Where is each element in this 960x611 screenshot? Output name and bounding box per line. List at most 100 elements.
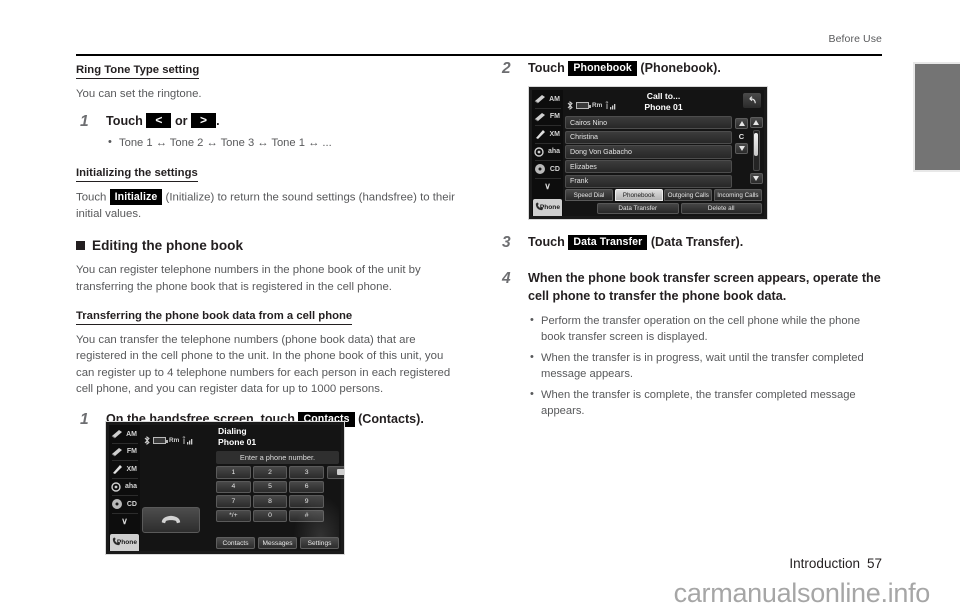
index-letter: C	[738, 131, 745, 141]
step-number: 4	[502, 270, 511, 287]
rail-item-phone[interactable]: Phone	[533, 199, 562, 216]
dial-bottom-buttons: Contacts Messages Settings	[216, 537, 339, 549]
tab-incoming-calls[interactable]: Incoming Calls	[713, 189, 762, 201]
dialing-screen-figure: AM FM XM aha CD ∨ Phone Rm Dialing Phone…	[105, 421, 345, 555]
dial-pad-area: Enter a phone number. 1 2 3 4 5 6 7 8 9 …	[214, 451, 344, 551]
step-suffix: .	[216, 114, 220, 129]
step-text: When the phone book transfer screen appe…	[528, 271, 881, 303]
footer: Introduction 57	[789, 556, 882, 571]
key-6[interactable]: 6	[289, 480, 325, 493]
header-rule	[76, 54, 882, 57]
radio-icon	[534, 111, 546, 123]
list-item[interactable]: Frank	[565, 174, 732, 189]
key-3[interactable]: 3	[289, 466, 325, 479]
rail-item-fm[interactable]: FM	[533, 109, 562, 126]
screen-title: Call to... Phone 01	[563, 91, 764, 113]
key-0[interactable]: 0	[252, 509, 288, 522]
disc-icon	[534, 163, 546, 175]
screen-title-line1: Dialing	[218, 426, 247, 436]
rail-item-more[interactable]: ∨	[533, 179, 562, 196]
key-9[interactable]: 9	[289, 495, 325, 508]
step-text: Touch Data Transfer (Data Transfer).	[528, 234, 886, 252]
step-prefix: Touch	[528, 61, 565, 75]
roaming-label: Rm	[169, 437, 180, 444]
rail-item-xm[interactable]: XM	[533, 126, 562, 143]
rail-item-more[interactable]: ∨	[110, 514, 139, 531]
delete-all-button[interactable]: Delete all	[680, 203, 762, 214]
rail-item-aha[interactable]: aha	[533, 144, 562, 161]
rail-label: FM	[126, 448, 137, 456]
list-item[interactable]: Elizabes	[565, 160, 732, 174]
battery-icon	[153, 437, 168, 444]
data-transfer-button[interactable]: Data Transfer	[597, 203, 679, 214]
rail-item-aha[interactable]: aha	[110, 479, 139, 496]
rail-item-phone[interactable]: Phone	[110, 534, 139, 551]
key-1[interactable]: 1	[216, 466, 251, 479]
index-up-button[interactable]	[735, 118, 748, 129]
list-scrollbar[interactable]	[749, 117, 763, 184]
scrollbar-track[interactable]	[752, 130, 760, 171]
radio-icon	[534, 93, 546, 105]
prev-tone-chip[interactable]: <	[146, 113, 172, 129]
data-transfer-chip[interactable]: Data Transfer	[568, 234, 648, 250]
screen-title-line2: Phone 01	[644, 102, 683, 112]
contacts-button[interactable]: Contacts	[216, 537, 255, 549]
keypad: 1 2 3 4 5 6 7 8 9 */+ 0 #	[216, 466, 325, 524]
editing-phone-book-section-heading: Editing the phone book	[76, 238, 464, 253]
rail-item-cd[interactable]: CD	[533, 161, 562, 178]
list-item: Perform the transfer operation on the ce…	[528, 313, 886, 345]
rail-item-fm[interactable]: FM	[110, 444, 139, 461]
list-item[interactable]: Dong Von Gabacho	[565, 145, 732, 159]
index-down-button[interactable]	[735, 143, 748, 154]
key-star[interactable]: */+	[216, 509, 251, 522]
key-4[interactable]: 4	[216, 480, 251, 493]
scroll-up-button[interactable]	[749, 117, 763, 128]
scrollbar-thumb[interactable]	[754, 133, 758, 156]
rail-label: XM	[126, 465, 138, 473]
watermark: carmanualsonline.info	[673, 578, 931, 608]
step-prefix: Touch	[528, 235, 565, 249]
contact-list: Cairos Nino Christina Dong Von Gabacho E…	[565, 116, 732, 189]
list-item[interactable]: Cairos Nino	[565, 116, 732, 130]
phone-icon	[534, 201, 546, 213]
initialize-chip[interactable]: Initialize	[109, 189, 163, 205]
tab-speed-dial[interactable]: Speed Dial	[565, 189, 614, 201]
page-number: 57	[866, 556, 882, 571]
aha-icon	[534, 146, 546, 158]
triangle-up-icon	[753, 120, 759, 125]
source-rail: AM FM XM aha CD ∨ Phone	[109, 425, 140, 551]
next-tone-chip[interactable]: >	[191, 113, 217, 129]
step-middle: or	[174, 114, 188, 129]
manual-page: Before Use Ring Tone Type setting You ca…	[0, 0, 960, 611]
rail-item-am[interactable]: AM	[110, 426, 139, 443]
step-text: Touch < or >.	[106, 113, 464, 131]
scroll-down-button[interactable]	[749, 173, 763, 184]
tab-phonebook[interactable]: Phonebook	[614, 189, 663, 201]
key-hash[interactable]: #	[289, 509, 325, 522]
list-item: Tone 1 ↔ Tone 2 ↔ Tone 3 ↔ Tone 1 ↔ ...	[106, 135, 464, 152]
key-8[interactable]: 8	[252, 495, 288, 508]
transferring-paragraph: You can transfer the telephone numbers (…	[76, 334, 451, 395]
phonebook-chip[interactable]: Phonebook	[568, 60, 637, 76]
editing-paragraph: You can register telephone numbers in th…	[76, 264, 421, 293]
rail-item-xm[interactable]: XM	[110, 461, 139, 478]
settings-button[interactable]: Settings	[300, 537, 339, 549]
radio-icon	[111, 446, 123, 458]
messages-button[interactable]: Messages	[258, 537, 297, 549]
aha-icon	[111, 481, 123, 493]
rail-item-cd[interactable]: CD	[110, 496, 139, 513]
phonebook-screen-content: Rm Call to... Phone 01 Cairos Nino Chris…	[563, 90, 764, 216]
call-button[interactable]	[142, 507, 200, 533]
list-item[interactable]: Christina	[565, 130, 732, 144]
key-5[interactable]: 5	[252, 480, 288, 493]
tab-outgoing-calls[interactable]: Outgoing Calls	[664, 189, 713, 201]
key-7[interactable]: 7	[216, 495, 251, 508]
disc-icon	[111, 498, 123, 510]
rail-item-am[interactable]: AM	[533, 91, 562, 108]
back-button[interactable]	[743, 93, 761, 108]
rail-label: FM	[549, 113, 560, 121]
key-2[interactable]: 2	[252, 466, 288, 479]
rail-label: AM	[549, 95, 560, 103]
signal-icon	[182, 436, 194, 445]
backspace-button[interactable]	[327, 466, 344, 479]
